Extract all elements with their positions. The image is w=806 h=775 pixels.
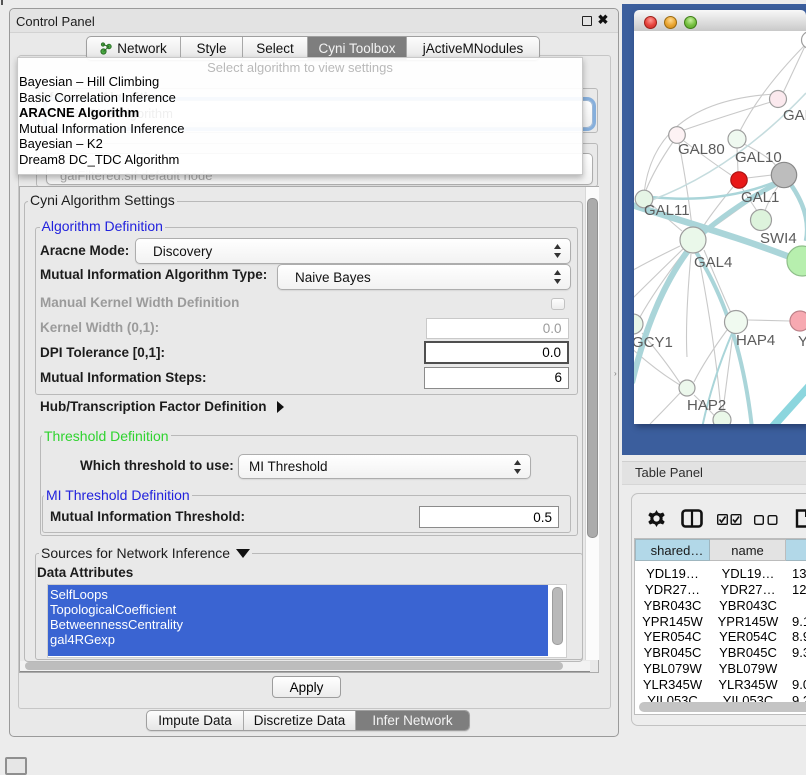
svg-text:HAP4: HAP4 (736, 332, 775, 349)
svg-text:GAL4: GAL4 (694, 254, 732, 271)
svg-text:GCY1: GCY1 (634, 334, 673, 351)
svg-text:SWI4: SWI4 (760, 230, 797, 247)
svg-text:GAL10: GAL10 (735, 149, 782, 166)
svg-text:GAL80: GAL80 (678, 141, 725, 158)
svg-text:GAL1: GAL1 (741, 189, 779, 206)
svg-text:YD: YD (798, 333, 806, 350)
svg-text:GAL7: GAL7 (783, 107, 806, 124)
svg-text:GAL11: GAL11 (644, 202, 690, 219)
svg-text:HAP2: HAP2 (687, 397, 726, 414)
